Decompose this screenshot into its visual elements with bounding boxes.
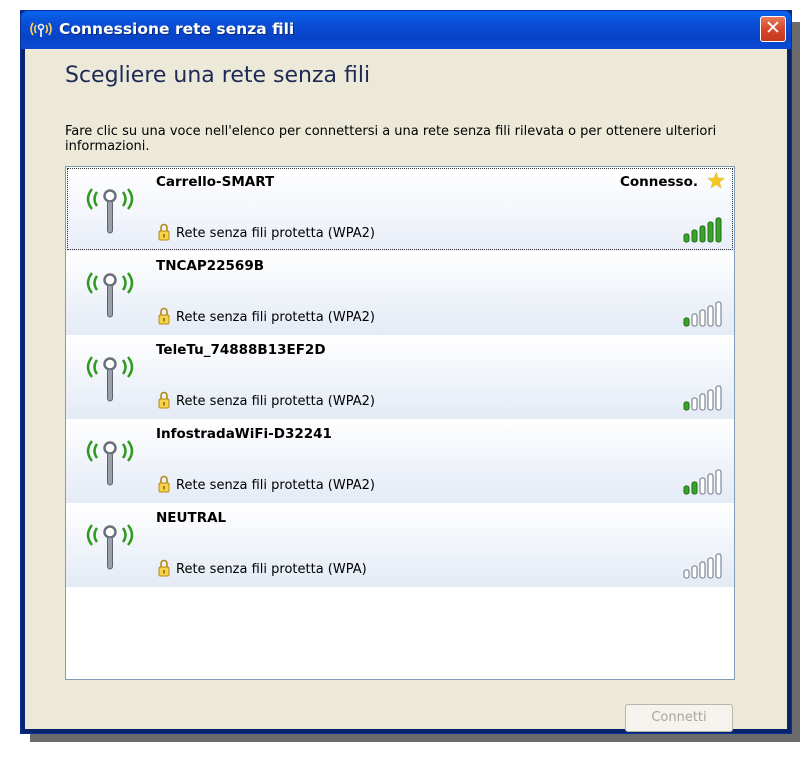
signal-bar — [699, 225, 706, 243]
network-item[interactable]: InfostradaWiFi-D32241 Rete senza fili pr… — [66, 419, 734, 503]
star-icon: ★ — [706, 169, 726, 194]
security-type: Rete senza fili protetta (WPA2) — [176, 310, 375, 325]
signal-strength-icon — [682, 553, 724, 579]
network-ssid: Carrello-SMART — [156, 174, 275, 190]
wireless-network-icon — [80, 429, 140, 489]
lock-icon — [158, 475, 170, 493]
page-title: Scegliere una rete senza fili — [65, 63, 371, 88]
instructions-text: Fare clic su una voce nell'elenco per co… — [65, 124, 717, 154]
signal-strength-icon — [682, 301, 724, 327]
lock-icon — [158, 307, 170, 325]
connect-button[interactable]: Connetti — [625, 704, 733, 732]
network-list[interactable]: Carrello-SMART Connesso. ★ Rete senza fi… — [65, 166, 735, 680]
signal-bar — [699, 393, 706, 411]
signal-bar — [691, 565, 698, 579]
security-type: Rete senza fili protetta (WPA2) — [176, 478, 375, 493]
signal-strength-icon — [682, 217, 724, 243]
signal-bar — [715, 217, 722, 243]
network-ssid: TNCAP22569B — [156, 258, 265, 274]
signal-bar — [707, 473, 714, 495]
signal-strength-icon — [682, 385, 724, 411]
network-item[interactable]: TeleTu_74888B13EF2D Rete senza fili prot… — [66, 335, 734, 419]
network-item[interactable]: Carrello-SMART Connesso. ★ Rete senza fi… — [66, 167, 734, 251]
network-ssid: NEUTRAL — [156, 510, 227, 526]
network-ssid: InfostradaWiFi-D32241 — [156, 426, 332, 442]
network-ssid: TeleTu_74888B13EF2D — [156, 342, 326, 358]
title-bar[interactable]: Connessione rete senza fili ✕ — [21, 11, 791, 49]
signal-bar — [691, 313, 698, 327]
signal-bar — [691, 481, 698, 495]
signal-bar — [683, 485, 690, 495]
security-type: Rete senza fili protetta (WPA2) — [176, 394, 375, 409]
network-item[interactable]: NEUTRAL Rete senza fili protetta (WPA) — [66, 503, 734, 587]
security-type: Rete senza fili protetta (WPA2) — [176, 226, 375, 241]
signal-bar — [715, 469, 722, 495]
signal-strength-icon — [682, 469, 724, 495]
security-type: Rete senza fili protetta (WPA) — [176, 562, 367, 577]
dialog-window: Connessione rete senza fili ✕ Scegliere … — [20, 10, 792, 734]
signal-bar — [699, 561, 706, 579]
signal-bar — [683, 569, 690, 579]
signal-bar — [707, 557, 714, 579]
close-icon: ✕ — [765, 17, 781, 39]
signal-bar — [691, 229, 698, 243]
wireless-network-icon — [80, 261, 140, 321]
close-button[interactable]: ✕ — [760, 16, 786, 42]
lock-icon — [158, 559, 170, 577]
window-title: Connessione rete senza fili — [59, 20, 295, 38]
signal-bar — [691, 397, 698, 411]
signal-bar — [707, 389, 714, 411]
network-item[interactable]: TNCAP22569B Rete senza fili protetta (WP… — [66, 251, 734, 335]
signal-bar — [683, 317, 690, 327]
connection-status: Connesso. — [619, 174, 698, 190]
signal-bar — [699, 477, 706, 495]
signal-bar — [707, 305, 714, 327]
lock-icon — [158, 223, 170, 241]
signal-bar — [699, 309, 706, 327]
signal-bar — [683, 401, 690, 411]
wireless-network-icon — [80, 345, 140, 405]
signal-bar — [707, 221, 714, 243]
wireless-network-icon — [80, 513, 140, 573]
signal-bar — [715, 301, 722, 327]
signal-bar — [715, 385, 722, 411]
wireless-icon — [27, 19, 57, 39]
lock-icon — [158, 391, 170, 409]
dialog-content: Scegliere una rete senza fili Fare clic … — [25, 49, 787, 732]
signal-bar — [683, 233, 690, 243]
wireless-network-icon — [80, 177, 140, 237]
signal-bar — [715, 553, 722, 579]
